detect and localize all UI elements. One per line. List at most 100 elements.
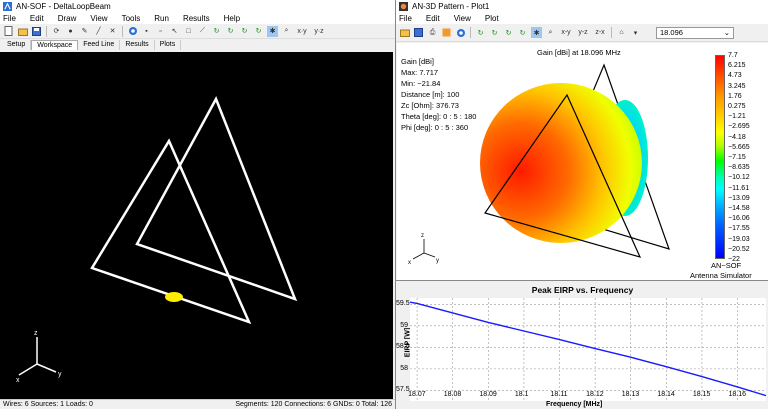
- main-toolbar: ⟳ ● ✎ ╱ ✕ ▪ ▫ ↖ □ ⟋ ↻ ↻ ↻ ↻ ✱ ⌕ x·y y·z: [0, 24, 395, 39]
- colorbar-tick-label: 1.76: [728, 92, 742, 100]
- export-icon[interactable]: [441, 27, 452, 38]
- line-icon[interactable]: ⟋: [197, 26, 208, 37]
- tab-setup[interactable]: Setup: [2, 40, 32, 50]
- eirp-window: Peak EIRP vs. Frequency EIRP [W] 18.07 18…: [395, 280, 768, 409]
- pattern-menu-edit[interactable]: Edit: [426, 14, 440, 23]
- footer-brand: AN−SOF: [711, 261, 742, 270]
- open-folder-icon[interactable]: [17, 26, 28, 37]
- dropdown-arrow-icon[interactable]: ▾: [630, 27, 641, 38]
- y-tick-label: 59.5: [396, 300, 410, 308]
- view-yz-icon[interactable]: y-z: [576, 27, 590, 38]
- axes-gizmo: [18, 337, 57, 376]
- rotate-x-icon[interactable]: ↻: [475, 27, 486, 38]
- pattern-window-title: AN-3D Pattern - Plot1: [412, 2, 490, 11]
- menu-results[interactable]: Results: [183, 14, 210, 23]
- y-tick-label: 58.5: [396, 343, 410, 351]
- pattern-menu-file[interactable]: File: [399, 14, 412, 23]
- pattern-axis-y: y: [436, 258, 439, 264]
- colorbar-tick-label: 0.275: [728, 103, 746, 110]
- rotate-x-icon[interactable]: ↻: [211, 26, 222, 37]
- antenna-drawing: z x y: [16, 96, 298, 384]
- open-folder-icon[interactable]: [399, 27, 410, 38]
- zoom-icon[interactable]: ⌕: [545, 27, 556, 38]
- tab-workspace[interactable]: Workspace: [31, 40, 79, 50]
- y-tick-label: 57.5: [396, 386, 410, 394]
- pencil-icon[interactable]: ✎: [79, 26, 90, 37]
- axis-label-x: x: [16, 377, 20, 384]
- wire-icon[interactable]: ╱: [93, 26, 104, 37]
- antenna-view-icon[interactable]: ✱: [267, 25, 278, 37]
- colorbar-tick-label: 6.215: [728, 62, 746, 70]
- colorbar-tick-label: −1.21: [728, 113, 746, 121]
- rotate-z-icon[interactable]: ↻: [239, 26, 250, 37]
- colorbar-tick-label: −10.12: [728, 174, 750, 182]
- view-xy-icon[interactable]: x·y: [295, 26, 309, 37]
- y-tick-label: 59: [400, 321, 408, 329]
- chart-title: Peak EIRP vs. Frequency: [531, 285, 634, 295]
- home-icon[interactable]: ⌂: [616, 27, 627, 38]
- colorbar-tick-label: 3.245: [728, 82, 746, 90]
- main-window-title: AN-SOF - DeltaLoopBeam: [16, 2, 111, 11]
- colorbar-tick-label: −11.61: [728, 184, 750, 192]
- rotate-3d-icon[interactable]: ↻: [517, 27, 528, 38]
- main-menubar: File Edit Draw View Tools Run Results He…: [0, 13, 395, 24]
- y-tick-label: 58: [400, 364, 408, 372]
- rotate-y-icon[interactable]: ↻: [489, 27, 500, 38]
- tag-icon[interactable]: ▫: [155, 26, 166, 37]
- menu-run[interactable]: Run: [154, 14, 169, 23]
- rotate-z-icon[interactable]: ↻: [503, 27, 514, 38]
- target-icon[interactable]: [455, 27, 466, 38]
- comment-icon[interactable]: ▪: [141, 26, 152, 37]
- axis-label-z: z: [34, 330, 38, 337]
- rotate-y-icon[interactable]: ↻: [225, 26, 236, 37]
- workspace-canvas[interactable]: z x y: [0, 52, 393, 399]
- menu-view[interactable]: View: [90, 14, 107, 23]
- x-tick-label: 18.08: [443, 391, 462, 398]
- pattern-3d-view: z x y: [408, 63, 670, 266]
- x-tick-label: 18.09: [479, 391, 497, 398]
- view-xy-icon[interactable]: x-y: [559, 27, 573, 38]
- view-zx-icon[interactable]: z-x: [593, 27, 607, 38]
- menu-help[interactable]: Help: [224, 14, 240, 23]
- colorbar-tick-label: −17.55: [728, 225, 750, 233]
- target-icon[interactable]: [127, 26, 138, 37]
- x-tick-label: 18.1: [514, 391, 529, 398]
- menu-draw[interactable]: Draw: [58, 14, 77, 23]
- record-icon[interactable]: ●: [65, 26, 76, 37]
- pattern-axes-gizmo: [412, 239, 436, 260]
- tab-plots[interactable]: Plots: [155, 40, 182, 50]
- chart-plot-area: [409, 298, 767, 401]
- frequency-select[interactable]: 18.096 ⌄: [656, 26, 734, 39]
- menu-file[interactable]: File: [3, 14, 16, 23]
- x-axis-label: Frequency [MHz]: [546, 401, 603, 408]
- tab-feed-line[interactable]: Feed Line: [78, 40, 121, 50]
- rectangle-icon[interactable]: □: [183, 26, 194, 37]
- axis-label-y: y: [58, 371, 62, 378]
- zoom-icon[interactable]: ⌕: [281, 26, 292, 37]
- delete-icon[interactable]: ✕: [107, 26, 118, 37]
- pointer-icon[interactable]: ↖: [169, 26, 180, 37]
- colorbar-tick-label: −7.15: [728, 154, 746, 161]
- feed-source-marker: [165, 292, 183, 302]
- pattern-plot-area[interactable]: Gain [dBi] at 18.096 MHz Gain [dBi] Max:…: [397, 43, 768, 280]
- save-icon[interactable]: [413, 27, 424, 38]
- pattern-menu-plot[interactable]: Plot: [485, 14, 499, 23]
- tab-results[interactable]: Results: [120, 40, 155, 50]
- pattern-window: AN-3D Pattern - Plot1 File Edit View Plo…: [395, 0, 768, 280]
- save-icon[interactable]: [31, 26, 42, 37]
- menu-tools[interactable]: Tools: [122, 14, 141, 23]
- app-icon: [3, 2, 12, 11]
- pattern-menu-view[interactable]: View: [454, 14, 471, 23]
- colorbar-tick-label: −14.58: [728, 205, 750, 212]
- view-yz-icon[interactable]: y·z: [312, 26, 326, 37]
- new-file-icon[interactable]: [3, 26, 14, 37]
- menu-edit[interactable]: Edit: [30, 14, 44, 23]
- print-icon[interactable]: ⎙: [427, 27, 438, 38]
- main-titlebar: AN-SOF - DeltaLoopBeam: [0, 0, 395, 13]
- x-tick-label: 18.15: [692, 391, 711, 398]
- refresh-icon[interactable]: ⟳: [51, 26, 62, 37]
- antenna-view-icon[interactable]: ✱: [531, 27, 542, 38]
- main-window: AN-SOF - DeltaLoopBeam File Edit Draw Vi…: [0, 0, 395, 409]
- footer-subtitle: Antenna Simulator: [690, 271, 752, 280]
- rotate-3d-icon[interactable]: ↻: [253, 26, 264, 37]
